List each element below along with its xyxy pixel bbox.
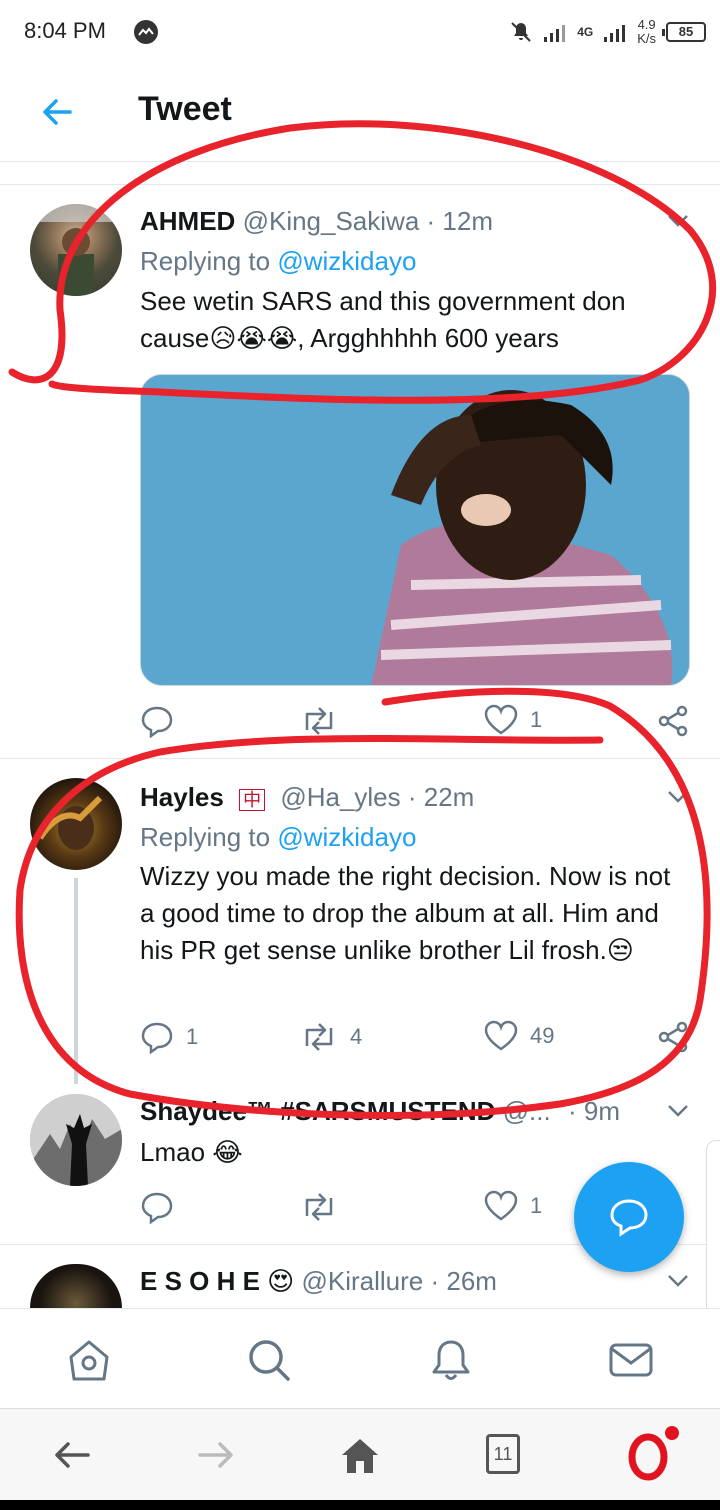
tweet-header: E S O H E 😍 @Kirallure · 26m	[140, 1266, 497, 1297]
replying-label: Replying to	[140, 246, 271, 276]
like-count: 49	[530, 1023, 555, 1048]
share-icon	[658, 1021, 688, 1053]
chevron-down-icon[interactable]	[666, 1268, 690, 1292]
timestamp: · 26m	[430, 1266, 497, 1296]
handle[interactable]: @King_Sakiwa	[243, 206, 420, 236]
tweet-media-image[interactable]	[140, 374, 690, 686]
opera-menu-icon[interactable]	[624, 1423, 684, 1483]
chevron-down-icon[interactable]	[666, 1098, 690, 1122]
bottom-tab-bar	[0, 1308, 720, 1408]
share-icon	[658, 705, 688, 737]
tabs-count-button[interactable]: 11	[486, 1434, 520, 1474]
retweet-button[interactable]	[300, 1190, 350, 1224]
reply-icon	[141, 1192, 173, 1224]
reply-button[interactable]	[140, 1190, 186, 1224]
badge: 中	[239, 789, 266, 811]
timestamp: · 22m	[407, 782, 475, 812]
chevron-down-icon[interactable]	[666, 784, 690, 808]
avatar[interactable]	[30, 1094, 122, 1186]
retweet-button[interactable]: 4	[300, 1020, 362, 1054]
notifications-icon[interactable]	[428, 1337, 474, 1383]
like-icon	[484, 704, 518, 735]
timestamp: · 9m	[568, 1096, 620, 1126]
retweet-icon	[305, 707, 333, 735]
tweet-text-line: cause😥😭😭, Argghhhhh 600 years	[140, 323, 559, 353]
tweet-text-line: See wetin SARS and this government don	[140, 286, 626, 316]
compose-icon	[610, 1199, 648, 1237]
handle[interactable]: @Ha_yles	[280, 782, 400, 812]
like-button[interactable]: 1	[484, 704, 542, 736]
tweet-header: Hayles 中 @Ha_yles · 22m	[140, 782, 474, 813]
tweet-ahmed[interactable]: AHMED @King_Sakiwa · 12m Replying to @wi…	[0, 0, 720, 760]
retweet-button[interactable]	[300, 704, 350, 738]
retweet-icon	[305, 1193, 333, 1221]
replying-to: Replying to @wizkidayo	[140, 822, 416, 853]
display-name[interactable]: Hayles	[140, 782, 224, 812]
tweet-text: See wetin SARS and this government don c…	[140, 283, 700, 357]
display-name[interactable]: E S O H E 😍	[140, 1266, 294, 1296]
retweet-count: 4	[350, 1024, 363, 1049]
home-icon[interactable]	[66, 1337, 112, 1383]
display-name[interactable]: Shaydee™ #SARSMUSTEND	[140, 1096, 495, 1126]
chevron-down-icon[interactable]	[666, 208, 690, 232]
handle[interactable]: @...	[503, 1096, 551, 1126]
like-count: 1	[530, 1193, 543, 1218]
like-button[interactable]: 1	[484, 1190, 542, 1222]
avatar[interactable]	[30, 778, 122, 870]
like-button[interactable]: 49	[484, 1020, 554, 1052]
reply-icon	[141, 706, 173, 738]
browser-forward-icon[interactable]	[194, 1433, 238, 1477]
like-icon	[484, 1020, 518, 1051]
tweet-actions: 1 4 49	[140, 1020, 700, 1060]
mention-link[interactable]: @wizkidayo	[277, 822, 416, 852]
share-button[interactable]	[656, 704, 690, 738]
tweet-actions: 1	[140, 704, 700, 744]
like-icon	[484, 1190, 518, 1221]
retweet-icon	[305, 1023, 333, 1051]
share-button[interactable]	[656, 1020, 690, 1054]
avatar[interactable]	[30, 204, 122, 296]
tweet-header: Shaydee™ #SARSMUSTEND @...	[140, 1096, 580, 1127]
divider	[0, 758, 720, 759]
reply-icon	[141, 1022, 173, 1054]
browser-home-icon[interactable]	[338, 1433, 382, 1477]
compose-reply-button[interactable]	[574, 1162, 684, 1272]
browser-nav-bar	[0, 1408, 720, 1500]
display-name[interactable]: AHMED	[140, 206, 235, 236]
reply-count: 1	[186, 1024, 199, 1049]
mention-link[interactable]: @wizkidayo	[277, 246, 416, 276]
replying-label: Replying to	[140, 822, 271, 852]
replying-to: Replying to @wizkidayo	[140, 246, 416, 277]
tweet-text: Wizzy you made the right decision. Now i…	[140, 861, 671, 965]
reply-button[interactable]	[140, 704, 186, 738]
avatar[interactable]	[30, 1264, 122, 1308]
reply-button[interactable]: 1	[140, 1020, 198, 1054]
handle[interactable]: @Kirallure	[301, 1266, 423, 1296]
messages-icon[interactable]	[608, 1337, 654, 1383]
search-icon[interactable]	[246, 1337, 292, 1383]
timestamp: · 12m	[426, 206, 493, 236]
system-nav-strip	[0, 1500, 720, 1510]
thread-line	[74, 878, 78, 1084]
browser-back-icon[interactable]	[50, 1433, 94, 1477]
like-count: 1	[530, 707, 543, 732]
tweet-header: AHMED @King_Sakiwa · 12m	[140, 206, 493, 237]
